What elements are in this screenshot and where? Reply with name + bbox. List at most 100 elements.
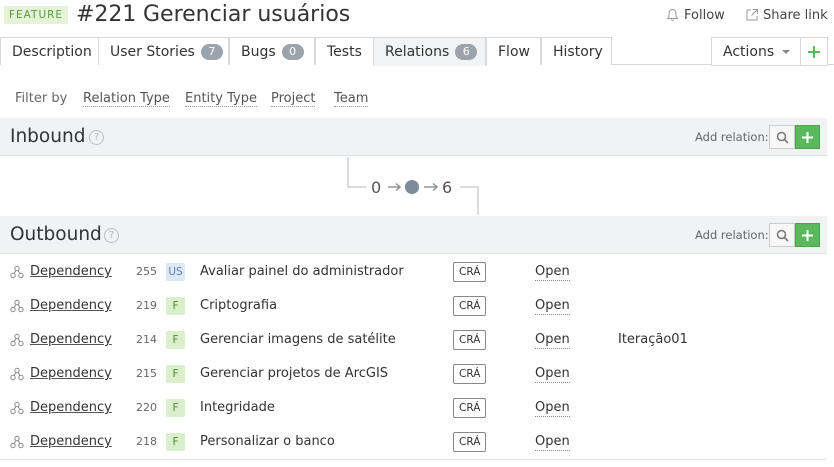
state-dropdown[interactable]: Open <box>535 400 570 417</box>
entity-id: 255 <box>136 265 157 278</box>
tab-label: Description <box>12 43 92 60</box>
tab-user-stories[interactable]: User Stories 7 <box>98 37 229 65</box>
dependency-relation-icon <box>10 299 24 313</box>
relation-type-link[interactable]: Dependency <box>30 298 112 313</box>
actions-label: Actions <box>723 43 775 60</box>
relation-type-link[interactable]: Dependency <box>30 366 112 381</box>
plus-icon <box>801 229 814 242</box>
add-relation-label: Add relation: <box>695 228 769 242</box>
share-link-label: Share link <box>763 7 828 23</box>
inbound-count: 0 <box>371 178 382 197</box>
entity-name-link[interactable]: Avaliar painel do administrador <box>200 264 404 279</box>
relation-type-link[interactable]: Dependency <box>30 264 112 279</box>
filter-project[interactable]: Project <box>271 91 316 107</box>
tab-history[interactable]: History <box>541 37 612 65</box>
entity-id: 218 <box>136 435 157 448</box>
entity-id: 220 <box>136 401 157 414</box>
share-link-icon <box>745 8 759 22</box>
follow-button[interactable]: Follow <box>666 5 725 25</box>
entity-id: 214 <box>136 333 157 346</box>
entity-id: 215 <box>136 367 157 380</box>
tab-tests[interactable]: Tests <box>315 37 374 65</box>
filter-team[interactable]: Team <box>334 91 369 107</box>
tab-count-badge: 6 <box>455 44 478 60</box>
filter-bar: Filter by Relation Type Entity Type Proj… <box>0 88 834 110</box>
entity-type-badge: F <box>166 365 185 383</box>
relation-type-link[interactable]: Dependency <box>30 332 112 347</box>
tab-label: Relations <box>385 44 450 60</box>
help-icon[interactable]: ? <box>89 130 104 145</box>
inbound-title: Inbound <box>10 126 86 147</box>
current-entity-node <box>405 180 419 194</box>
project-badge: CRÁ <box>453 398 487 418</box>
plus-icon <box>807 45 821 59</box>
iteration-label: Iteração01 <box>618 332 688 347</box>
tab-label: User Stories <box>110 43 195 60</box>
help-icon[interactable]: ? <box>104 228 119 243</box>
entity-name-link[interactable]: Personalizar o banco <box>200 434 335 449</box>
share-link-button[interactable]: Share link <box>745 5 828 25</box>
filter-relation-type[interactable]: Relation Type <box>83 91 170 107</box>
entity-name-link[interactable]: Criptografia <box>200 298 277 313</box>
entity-type-badge: FEATURE <box>4 6 69 24</box>
dependency-relation-icon <box>10 435 24 449</box>
entity-title[interactable]: Gerenciar usuários <box>143 2 350 27</box>
state-dropdown[interactable]: Open <box>535 332 570 349</box>
entity-name-link[interactable]: Gerenciar projetos de ArcGIS <box>200 366 388 381</box>
tab-label: History <box>553 43 603 60</box>
entity-name-link[interactable]: Integridade <box>200 400 275 415</box>
tab-label: Flow <box>498 43 530 60</box>
search-icon <box>776 229 789 242</box>
project-badge: CRÁ <box>453 262 487 282</box>
project-badge: CRÁ <box>453 432 487 452</box>
project-badge: CRÁ <box>453 364 487 384</box>
outbound-section-header: Outbound ? Add relation: <box>0 216 827 254</box>
inbound-search-button[interactable] <box>769 125 795 149</box>
tab-label: Tests <box>327 43 362 60</box>
relation-row: Dependency 215 F Gerenciar projetos de A… <box>0 357 827 391</box>
tab-count-badge: 0 <box>281 43 304 60</box>
relation-row: Dependency 214 F Gerenciar imagens de sa… <box>0 323 827 357</box>
section-divider <box>0 459 827 460</box>
entity-type-badge: US <box>166 263 185 281</box>
relation-type-link[interactable]: Dependency <box>30 434 112 449</box>
state-dropdown[interactable]: Open <box>535 264 570 281</box>
entity-id: 219 <box>136 299 157 312</box>
actions-dropdown[interactable]: Actions <box>711 37 801 66</box>
relation-flow-diagram: 0 6 <box>0 157 834 215</box>
add-button[interactable] <box>800 37 828 66</box>
state-dropdown[interactable]: Open <box>535 298 570 315</box>
plus-icon <box>801 131 814 144</box>
search-icon <box>776 131 789 144</box>
tab-bugs[interactable]: Bugs 0 <box>229 37 315 65</box>
entity-type-badge: F <box>166 331 185 349</box>
outbound-search-button[interactable] <box>769 223 795 247</box>
tab-bar: Description User Stories 7 Bugs 0 Tests … <box>0 37 834 66</box>
flow-connector-lines <box>347 157 479 215</box>
outbound-add-button[interactable] <box>795 223 820 247</box>
entity-type-badge: F <box>166 433 185 451</box>
tab-relations[interactable]: Relations 6 <box>373 37 486 66</box>
tab-count-badge: 7 <box>200 43 223 60</box>
project-badge: CRÁ <box>453 296 487 316</box>
entity-name-link[interactable]: Gerenciar imagens de satélite <box>200 332 396 347</box>
filter-entity-type[interactable]: Entity Type <box>185 91 257 107</box>
tab-description[interactable]: Description <box>0 37 99 65</box>
entity-type-badge: F <box>166 297 185 315</box>
project-badge: CRÁ <box>453 330 487 350</box>
relation-row: Dependency 220 F Integridade CRÁ Open <box>0 391 827 425</box>
dependency-relation-icon <box>10 367 24 381</box>
state-dropdown[interactable]: Open <box>535 434 570 451</box>
inbound-section-header: Inbound ? Add relation: <box>0 118 827 156</box>
relation-row: Dependency 255 US Avaliar painel do admi… <box>0 255 827 289</box>
state-dropdown[interactable]: Open <box>535 366 570 383</box>
dependency-relation-icon <box>10 265 24 279</box>
relation-type-link[interactable]: Dependency <box>30 400 112 415</box>
entity-id: #221 <box>76 2 137 27</box>
tab-flow[interactable]: Flow <box>486 37 541 65</box>
inbound-add-button[interactable] <box>795 125 820 149</box>
bell-icon <box>666 8 679 22</box>
outbound-count: 6 <box>442 178 453 197</box>
outbound-title: Outbound <box>10 224 102 245</box>
relation-row: Dependency 218 F Personalizar o banco CR… <box>0 425 827 459</box>
